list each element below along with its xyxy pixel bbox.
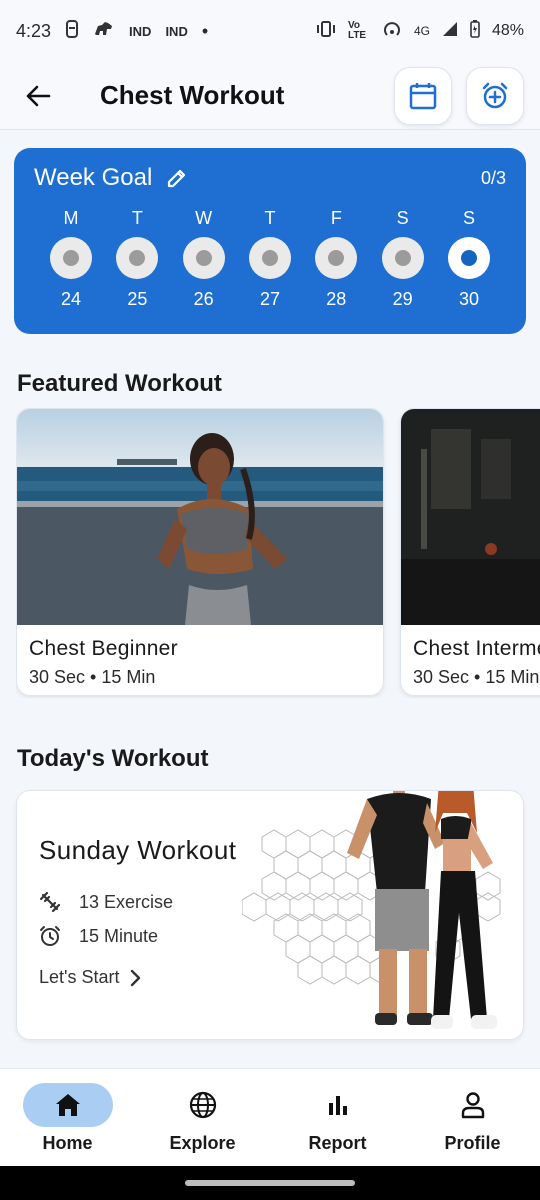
app-bar: Chest Workout <box>0 62 540 130</box>
carrier-1: IND <box>129 23 152 39</box>
dumbbell-icon <box>39 891 61 913</box>
alarm-add-icon <box>482 82 508 108</box>
exercise-count-row: 13 Exercise <box>39 891 173 913</box>
featured-card-beginner[interactable]: Chest Beginner 30 Sec • 15 Min <box>16 408 384 696</box>
day-date: 29 <box>392 289 413 309</box>
day-status-dot[interactable] <box>182 237 225 279</box>
featured-card-meta: 30 Sec • 15 Min <box>413 667 540 687</box>
day-date: 30 <box>458 289 479 309</box>
week-days: M 24 T 25 W 26 T 27 F 28 S 29 S 30 <box>34 208 506 310</box>
network-label: 4G <box>413 24 430 38</box>
featured-card-name: Chest Beginner <box>29 637 178 660</box>
day-saturday: S 29 <box>381 208 424 310</box>
day-letter: S <box>396 208 409 228</box>
chevron-right-icon <box>131 969 141 986</box>
calendar-button[interactable] <box>394 66 452 125</box>
nav-label: Home <box>42 1133 93 1153</box>
bar-chart-icon <box>328 1096 347 1115</box>
day-letter: S <box>462 208 475 228</box>
day-status-dot[interactable] <box>381 237 424 279</box>
day-wednesday: W 26 <box>182 208 225 310</box>
featured-heading: Featured Workout <box>17 370 222 397</box>
person-icon <box>461 1092 484 1119</box>
day-status-dot[interactable] <box>315 237 358 279</box>
day-date: 28 <box>326 289 347 309</box>
vibrate-icon <box>316 20 336 43</box>
carrier-2: IND <box>165 23 188 39</box>
sync-icon <box>65 19 79 43</box>
workout-duration: 15 Minute <box>79 925 159 946</box>
day-letter: M <box>63 208 79 228</box>
week-goal-title: Week Goal <box>34 164 153 191</box>
arrow-left-icon <box>26 85 51 106</box>
nav-label: Explore <box>169 1133 236 1153</box>
dog-icon <box>93 20 115 43</box>
day-date: 26 <box>193 289 214 309</box>
featured-carousel[interactable]: Chest Beginner 30 Sec • 15 Min Chest Int… <box>16 408 540 698</box>
lets-start-button[interactable]: Let's Start <box>39 967 141 988</box>
week-goal-card: Week Goal 0/3 M 24 T 25 W 26 T 27 F 28 S… <box>14 148 526 334</box>
todays-workout-title: Sunday Workout <box>39 835 237 865</box>
hotspot-icon <box>382 20 402 43</box>
fitness-couple-illustration <box>347 791 497 1029</box>
day-friday: F 28 <box>315 208 358 310</box>
day-date: 24 <box>60 289 82 309</box>
day-letter: F <box>330 208 342 228</box>
battery-icon <box>470 19 480 43</box>
day-letter: T <box>264 208 276 228</box>
day-status-dot[interactable] <box>50 237 92 279</box>
nav-explore[interactable]: Explore <box>135 1069 270 1166</box>
status-time: 4:23 <box>16 20 52 41</box>
page-title: Chest Workout <box>100 80 285 110</box>
day-status-dot-today[interactable] <box>447 237 490 279</box>
day-letter: T <box>131 208 143 228</box>
alarm-clock-icon <box>40 926 60 946</box>
battery-percent: 48% <box>491 22 524 39</box>
todays-workout-card[interactable]: Sunday Workout 13 Exercise 15 Minute Let… <box>16 790 524 1040</box>
featured-card-intermediate[interactable]: Chest Intermediate 30 Sec • 15 Min <box>400 408 540 696</box>
featured-card-meta: 30 Sec • 15 Min <box>29 667 156 687</box>
day-status-dot[interactable] <box>116 237 159 279</box>
duration-row: 15 Minute <box>39 925 158 947</box>
todays-workout-heading: Today's Workout <box>17 745 209 772</box>
add-alarm-button[interactable] <box>466 66 524 125</box>
bottom-navigation: Home Explore Report Profile <box>0 1068 540 1166</box>
day-sunday: S 30 <box>447 208 490 310</box>
calendar-icon <box>409 82 437 109</box>
goal-progress-count: 0/3 <box>480 167 506 188</box>
system-gesture-bar <box>0 1166 540 1200</box>
gesture-handle[interactable] <box>185 1180 355 1186</box>
home-icon <box>55 1094 80 1116</box>
nav-label: Profile <box>444 1133 501 1153</box>
featured-card-name: Chest Intermediate <box>413 637 540 660</box>
dot-icon: • <box>201 20 209 41</box>
day-thursday: T 27 <box>248 208 291 310</box>
workout-photo-gym <box>401 409 540 625</box>
back-button[interactable] <box>16 74 60 118</box>
pencil-icon <box>168 169 186 188</box>
day-date: 27 <box>259 289 280 309</box>
nav-report[interactable]: Report <box>270 1069 405 1166</box>
day-letter: W <box>195 208 213 228</box>
volte-label: Vo LTE <box>347 20 367 41</box>
signal-icon <box>442 21 458 42</box>
nav-home[interactable]: Home <box>0 1069 135 1166</box>
day-status-dot[interactable] <box>248 237 291 279</box>
edit-goal-button[interactable] <box>166 167 188 189</box>
exercise-count: 13 Exercise <box>79 891 174 912</box>
day-tuesday: T 25 <box>116 208 159 310</box>
workout-photo-beach <box>17 409 383 625</box>
globe-icon <box>189 1091 216 1119</box>
lets-start-label: Let's Start <box>39 967 120 987</box>
nav-profile[interactable]: Profile <box>405 1069 540 1166</box>
day-date: 25 <box>127 289 148 309</box>
nav-label: Report <box>308 1133 367 1153</box>
day-monday: M 24 <box>50 208 92 310</box>
status-bar: 4:23 IND IND • Vo LTE 4G 48% <box>0 0 540 62</box>
